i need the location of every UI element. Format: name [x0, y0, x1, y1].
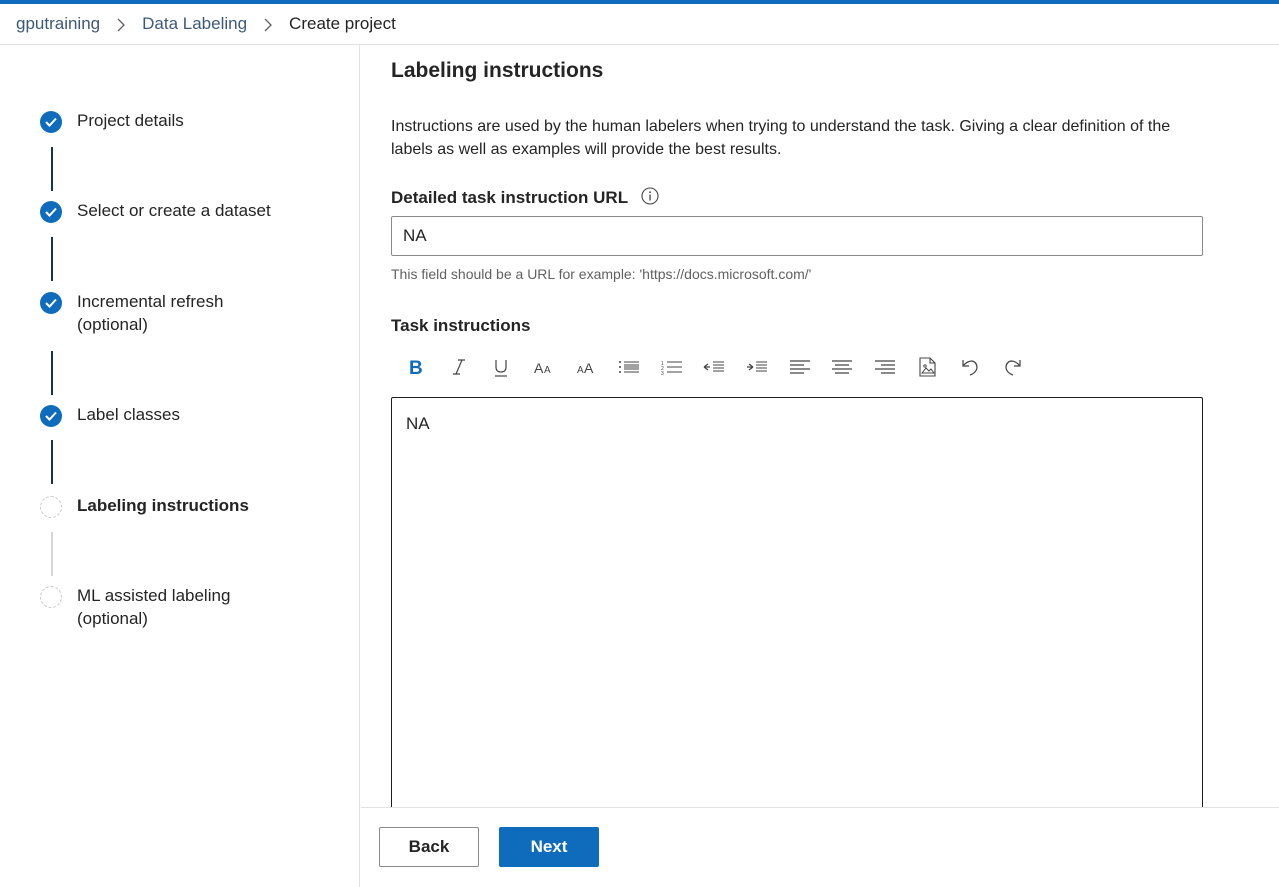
check-icon: [40, 111, 62, 133]
check-icon: [40, 201, 62, 223]
svg-text:B: B: [409, 358, 423, 376]
align-left-icon[interactable]: [778, 351, 821, 383]
decrease-font-icon[interactable]: AA: [523, 351, 566, 383]
next-button[interactable]: Next: [499, 827, 599, 867]
svg-text:A: A: [544, 365, 551, 376]
insert-image-icon[interactable]: [906, 351, 949, 383]
chevron-right-icon: [100, 14, 142, 34]
bulleted-list-icon[interactable]: [608, 351, 651, 383]
breadcrumb: gputraining Data Labeling Create project: [0, 4, 1279, 45]
step-connector: [51, 147, 53, 191]
wizard-steps: Project details Select or create a datas…: [0, 45, 360, 887]
svg-text:A: A: [534, 360, 544, 376]
bold-icon[interactable]: B: [395, 351, 438, 383]
increase-font-icon[interactable]: AA: [565, 351, 608, 383]
back-button[interactable]: Back: [379, 827, 479, 867]
align-center-icon[interactable]: [821, 351, 864, 383]
step-incremental-refresh[interactable]: Incremental refresh (optional): [40, 292, 223, 336]
step-pending-circle-icon: [40, 586, 62, 608]
breadcrumb-data-labeling[interactable]: Data Labeling: [142, 14, 247, 34]
url-field-label: Detailed task instruction URL: [391, 187, 659, 210]
step-pending-circle-icon: [40, 496, 62, 518]
chevron-right-icon: [247, 14, 289, 34]
url-field-hint: This field should be a URL for example: …: [391, 266, 812, 282]
breadcrumb-current: Create project: [289, 14, 396, 33]
task-instructions-label: Task instructions: [391, 316, 531, 335]
undo-icon[interactable]: [949, 351, 992, 383]
wizard-footer: Back Next: [361, 807, 1279, 887]
instruction-url-input[interactable]: [391, 216, 1203, 256]
step-label-classes[interactable]: Label classes: [40, 405, 180, 427]
step-connector: [51, 237, 53, 281]
italic-icon[interactable]: [438, 351, 481, 383]
task-instructions-editor[interactable]: NA: [391, 397, 1203, 817]
info-icon[interactable]: [640, 187, 659, 210]
decrease-indent-icon[interactable]: [693, 351, 736, 383]
step-select-dataset[interactable]: Select or create a dataset: [40, 201, 271, 223]
step-label: Label classes: [77, 405, 181, 424]
step-connector: [51, 440, 53, 484]
svg-text:A: A: [584, 360, 594, 376]
page-title: Labeling instructions: [391, 59, 604, 82]
main-panel: Labeling instructions Instructions are u…: [361, 45, 1279, 817]
increase-indent-icon[interactable]: [736, 351, 779, 383]
check-icon: [40, 292, 62, 314]
step-connector: [51, 532, 53, 576]
step-label: Labeling instructions: [77, 496, 249, 515]
svg-text:3: 3: [661, 371, 664, 375]
svg-text:A: A: [577, 365, 584, 376]
align-right-icon[interactable]: [864, 351, 907, 383]
step-connector: [51, 351, 53, 395]
description-text: Instructions are used by the human label…: [391, 118, 1171, 158]
rich-text-toolbar: B AA AA 123: [395, 351, 1034, 383]
step-ml-assisted-labeling[interactable]: ML assisted labeling (optional): [40, 586, 230, 630]
breadcrumb-workspace[interactable]: gputraining: [16, 14, 100, 34]
underline-icon[interactable]: [480, 351, 523, 383]
step-label: Select or create a dataset: [77, 201, 271, 220]
step-label: Project details: [77, 111, 184, 130]
check-icon: [40, 405, 62, 427]
numbered-list-icon[interactable]: 123: [651, 351, 694, 383]
step-label: Incremental refresh (optional): [77, 292, 224, 334]
step-label: ML assisted labeling (optional): [77, 586, 231, 628]
step-project-details[interactable]: Project details: [40, 111, 184, 133]
step-labeling-instructions[interactable]: Labeling instructions: [40, 496, 249, 518]
redo-icon[interactable]: [991, 351, 1034, 383]
editor-content: NA: [406, 414, 430, 433]
